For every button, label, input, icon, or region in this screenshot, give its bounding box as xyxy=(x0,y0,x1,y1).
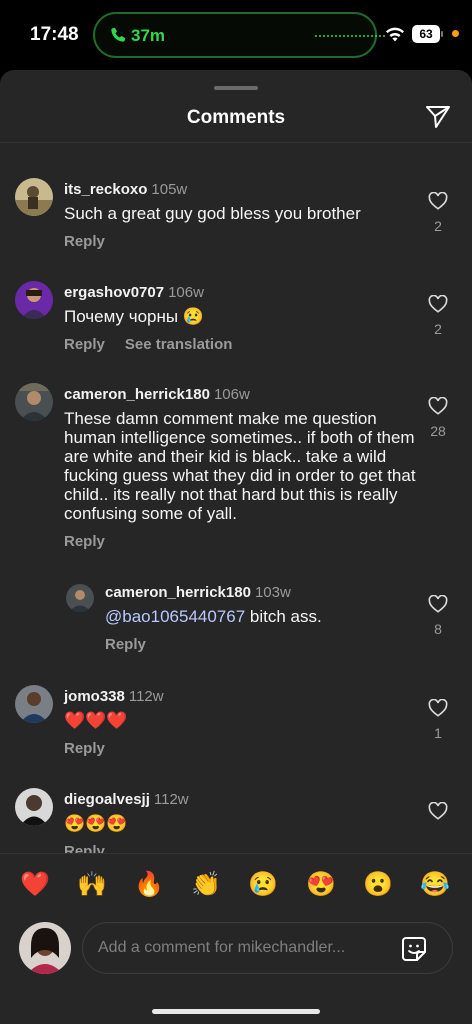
reply-button[interactable]: Reply xyxy=(64,843,105,853)
sheet-grabber[interactable] xyxy=(214,86,258,90)
comment-text: ❤️❤️❤️ xyxy=(64,711,128,730)
active-call-pill[interactable]: 37m xyxy=(93,12,385,58)
comment-input-container xyxy=(82,922,453,974)
reaction-laugh[interactable]: 😂 xyxy=(418,870,452,899)
reaction-fire[interactable]: 🔥 xyxy=(132,870,166,899)
comment-age: 105w xyxy=(151,181,188,198)
reaction-heart-eyes[interactable]: 😍 xyxy=(304,870,338,899)
avatar[interactable] xyxy=(15,383,53,421)
current-user-avatar xyxy=(19,922,71,974)
phone-icon xyxy=(111,27,126,42)
mic-in-use-dot xyxy=(452,30,459,37)
comment-text: 😍😍😍 xyxy=(64,814,128,833)
reply-button[interactable]: Reply xyxy=(64,233,105,250)
comment-text: @bao1065440767 bitch ass. xyxy=(105,607,322,626)
call-duration: 37m xyxy=(131,26,166,45)
heart-icon[interactable] xyxy=(428,295,448,313)
sticker-icon[interactable] xyxy=(400,935,428,963)
reply-button[interactable]: Reply xyxy=(64,740,105,757)
paper-plane-icon[interactable] xyxy=(424,104,452,130)
comments-list[interactable]: its_reckoxo 105w Such a great guy god ble… xyxy=(0,143,472,853)
quick-reactions-bar: ❤️ 🙌 🔥 👏 😢 😍 😮 😂 xyxy=(0,870,472,904)
avatar[interactable] xyxy=(15,178,53,216)
comment-age: 106w xyxy=(168,284,204,301)
status-time: 17:48 xyxy=(30,24,79,45)
heart-icon[interactable] xyxy=(428,192,448,210)
comment-age: 103w xyxy=(254,584,291,601)
avatar[interactable] xyxy=(15,685,53,723)
avatar[interactable] xyxy=(66,584,94,612)
like-count: 2 xyxy=(434,321,442,337)
comment-username[interactable]: cameron_herrick180 xyxy=(64,386,210,403)
like-count: 1 xyxy=(434,725,442,741)
reaction-raised-hands[interactable]: 🙌 xyxy=(75,870,109,899)
comment-username[interactable]: jomo338 xyxy=(64,688,125,705)
avatar[interactable] xyxy=(15,788,53,826)
reaction-cry[interactable]: 😢 xyxy=(246,870,280,899)
comment-username[interactable]: its_reckoxo xyxy=(64,181,147,198)
battery-indicator: 63 xyxy=(412,25,440,43)
heart-icon[interactable] xyxy=(428,699,448,717)
comment-age: 112w xyxy=(128,688,164,705)
heart-icon[interactable] xyxy=(428,802,448,820)
like-count: 28 xyxy=(430,423,446,439)
comment-input[interactable] xyxy=(98,923,388,973)
like-count: 2 xyxy=(434,218,442,234)
audio-wave-icon xyxy=(315,35,385,37)
heart-icon[interactable] xyxy=(428,397,448,415)
comment-text: These damn comment make me question huma… xyxy=(64,409,416,523)
reaction-clap[interactable]: 👏 xyxy=(189,870,223,899)
heart-icon[interactable] xyxy=(428,595,448,613)
comment-username[interactable]: ergashov0707 xyxy=(64,284,164,301)
avatar[interactable] xyxy=(15,281,53,319)
comment-text: Such a great guy god bless you brother xyxy=(64,204,361,223)
status-bar: 17:48 37m 63 xyxy=(0,0,472,70)
comment-composer-area: ❤️ 🙌 🔥 👏 😢 😍 😮 😂 xyxy=(0,853,472,1024)
sheet-title: Comments xyxy=(186,107,286,128)
reply-button[interactable]: Reply xyxy=(105,636,146,653)
wifi-icon xyxy=(386,27,404,42)
mention-link[interactable]: @bao1065440767 xyxy=(105,607,245,626)
comment-age: 106w xyxy=(213,386,250,403)
comment-username[interactable]: cameron_herrick180 xyxy=(105,584,251,601)
reply-button[interactable]: Reply xyxy=(64,533,105,550)
comment-text: Почему чорны 😢 xyxy=(64,307,204,326)
battery-cap xyxy=(441,31,443,37)
comment-age: 112w xyxy=(153,791,189,808)
home-indicator[interactable] xyxy=(152,1009,320,1014)
comment-username[interactable]: diegoalvesjj xyxy=(64,791,150,808)
like-count: 8 xyxy=(434,621,442,637)
reaction-surprised[interactable]: 😮 xyxy=(361,870,395,899)
reaction-heart[interactable]: ❤️ xyxy=(18,870,52,899)
reply-button[interactable]: Reply xyxy=(64,336,105,353)
see-translation-button[interactable]: See translation xyxy=(125,336,233,353)
